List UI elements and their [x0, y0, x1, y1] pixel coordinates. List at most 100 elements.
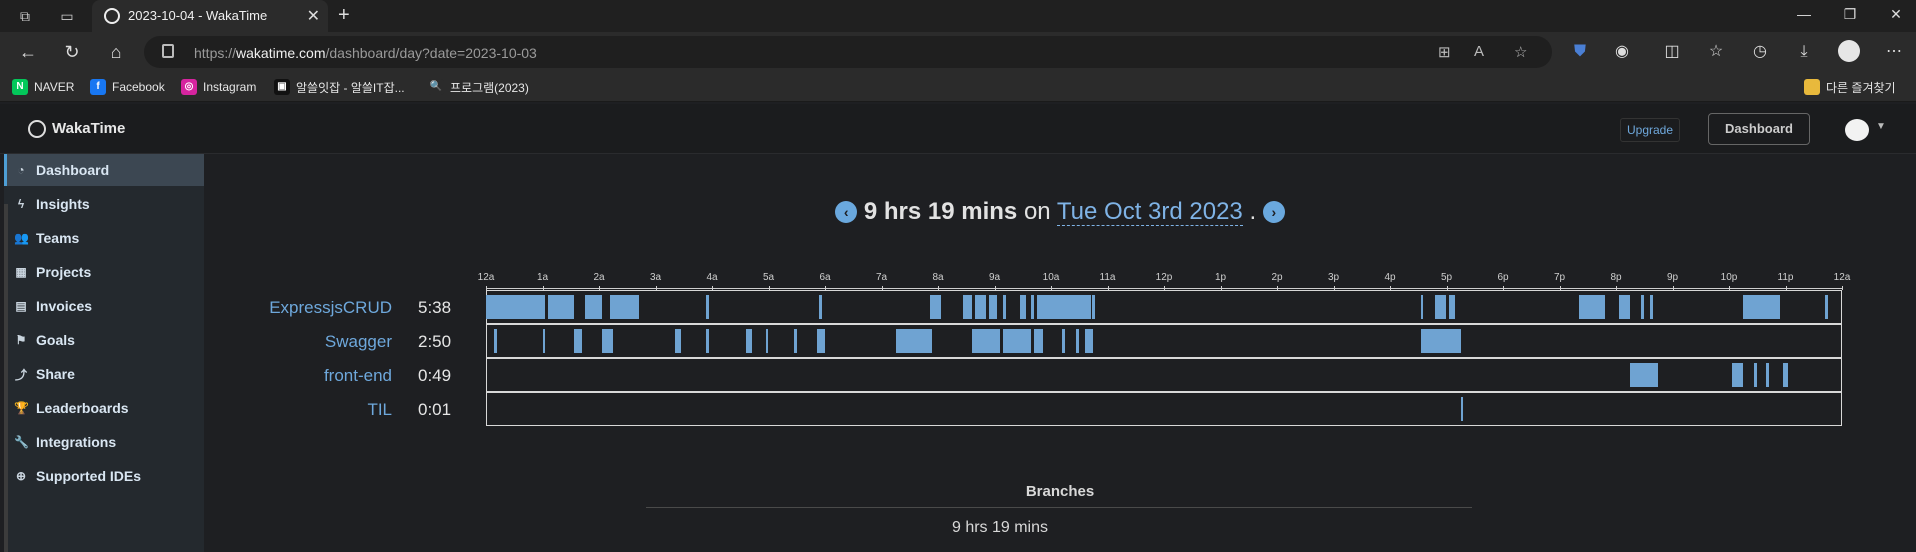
bitwarden-extension-icon[interactable]: ⛊: [1568, 40, 1592, 64]
project-link[interactable]: ExpressjsCRUD: [269, 298, 392, 318]
project-link[interactable]: front-end: [324, 366, 392, 386]
dashboard-button[interactable]: Dashboard: [1708, 113, 1810, 145]
activity-segment[interactable]: [610, 295, 639, 319]
activity-segment[interactable]: [706, 295, 710, 319]
activity-segment[interactable]: [1460, 397, 1463, 421]
user-avatar[interactable]: [1845, 119, 1869, 141]
activity-segment[interactable]: [1449, 295, 1455, 319]
activity-segment[interactable]: [548, 295, 574, 319]
activity-segment[interactable]: [1754, 363, 1758, 387]
activity-segment[interactable]: [1630, 363, 1659, 387]
sidebar-item-teams[interactable]: 👥 Teams: [4, 222, 204, 254]
sidebar-scrollbar[interactable]: [4, 204, 8, 552]
favorites-icon[interactable]: ☆: [1704, 40, 1728, 64]
sidebar-item-supported-ides[interactable]: ⊕ Supported IDEs: [4, 460, 204, 492]
restore-icon[interactable]: ❐: [1840, 6, 1860, 23]
history-icon[interactable]: ◷: [1748, 40, 1772, 64]
brand-name[interactable]: WakaTime: [52, 120, 125, 137]
activity-segment[interactable]: [816, 329, 825, 353]
sidebar-item-leaderboards[interactable]: 🏆 Leaderboards: [4, 392, 204, 424]
activity-segment[interactable]: [1034, 329, 1043, 353]
workspaces-icon[interactable]: ⧉: [16, 7, 34, 25]
project-link[interactable]: Swagger: [325, 332, 392, 352]
activity-segment[interactable]: [1091, 295, 1096, 319]
activity-segment[interactable]: [963, 295, 972, 319]
window-close-icon[interactable]: ✕: [1886, 6, 1906, 23]
browser-tab-active[interactable]: 2023-10-04 - WakaTime ✕: [92, 0, 328, 32]
url-field[interactable]: https://wakatime.com/dashboard/day?date=…: [144, 36, 1552, 68]
url-text[interactable]: https://wakatime.com/dashboard/day?date=…: [194, 45, 537, 61]
profile-avatar-icon[interactable]: [1838, 40, 1860, 62]
sidebar-item-insights[interactable]: ϟ Insights: [4, 188, 204, 220]
bookmark-alssul[interactable]: ▣ 알쓸잇잡 - 알쓸IT잡...: [274, 78, 405, 96]
activity-segment[interactable]: [1421, 295, 1424, 319]
activity-segment[interactable]: [1019, 295, 1026, 319]
activity-segment[interactable]: [765, 329, 769, 353]
activity-segment[interactable]: [1825, 295, 1828, 319]
activity-segment[interactable]: [974, 295, 987, 319]
sidebar-item-share[interactable]: ⤴ Share: [4, 358, 204, 390]
sidebar-item-projects[interactable]: ▦ Projects: [4, 256, 204, 288]
split-screen-icon[interactable]: ◫: [1660, 40, 1684, 64]
activity-segment[interactable]: [1743, 295, 1780, 319]
activity-segment[interactable]: [1031, 295, 1035, 319]
read-aloud-icon[interactable]: A: [1474, 43, 1484, 60]
sidebar-item-dashboard[interactable]: ◔ Dashboard: [4, 154, 204, 186]
activity-segment[interactable]: [1421, 329, 1461, 353]
activity-segment[interactable]: [494, 329, 498, 353]
bookmark-program[interactable]: 🔍 프로그램(2023): [428, 78, 529, 96]
sidebar-item-invoices[interactable]: ▤ Invoices: [4, 290, 204, 322]
activity-segment[interactable]: [971, 329, 1001, 353]
upgrade-button[interactable]: Upgrade: [1620, 118, 1681, 142]
activity-segment[interactable]: [486, 295, 512, 319]
date-picker[interactable]: Tue Oct 3rd 2023: [1056, 198, 1243, 226]
activity-segment[interactable]: [1765, 363, 1769, 387]
activity-segment[interactable]: [895, 329, 933, 353]
wakatime-logo-icon[interactable]: [28, 120, 46, 138]
activity-segment[interactable]: [1731, 363, 1744, 387]
activity-segment[interactable]: [1002, 295, 1006, 319]
bookmark-instagram[interactable]: ◎ Instagram: [181, 78, 256, 96]
sidebar-item-integrations[interactable]: 🔧 Integrations: [4, 426, 204, 458]
activity-segment[interactable]: [1435, 295, 1447, 319]
back-icon[interactable]: ←: [16, 40, 40, 64]
activity-segment[interactable]: [929, 295, 941, 319]
activity-segment[interactable]: [1002, 329, 1032, 353]
next-day-icon[interactable]: ›: [1262, 201, 1285, 223]
other-bookmarks[interactable]: ■ 다른 즐겨찾기: [1804, 78, 1896, 96]
refresh-icon[interactable]: ↻: [60, 40, 84, 64]
activity-segment[interactable]: [706, 329, 710, 353]
bookmark-naver[interactable]: N NAVER: [12, 78, 74, 96]
activity-segment[interactable]: [793, 329, 797, 353]
activity-segment[interactable]: [675, 329, 681, 353]
activity-segment[interactable]: [584, 295, 602, 319]
activity-segment[interactable]: [542, 329, 546, 353]
activity-segment[interactable]: [511, 295, 546, 319]
home-icon[interactable]: ⌂: [104, 40, 128, 64]
new-tab-icon[interactable]: +: [338, 4, 350, 27]
activity-segment[interactable]: [988, 295, 998, 319]
lock-icon[interactable]: [162, 44, 174, 58]
activity-segment[interactable]: [1062, 329, 1066, 353]
more-menu-icon[interactable]: ⋯: [1882, 40, 1906, 64]
close-tab-icon[interactable]: ✕: [307, 6, 320, 26]
activity-segment[interactable]: [1579, 295, 1605, 319]
extension-icon[interactable]: ◉: [1610, 40, 1634, 64]
activity-segment[interactable]: [1649, 295, 1653, 319]
activity-segment[interactable]: [573, 329, 583, 353]
activity-segment[interactable]: [1036, 295, 1091, 319]
sidebar-item-goals[interactable]: ⚑ Goals: [4, 324, 204, 356]
previous-day-icon[interactable]: ‹: [835, 201, 858, 223]
activity-segment[interactable]: [601, 329, 614, 353]
caret-down-icon[interactable]: ▼: [1876, 121, 1886, 132]
favorite-star-icon[interactable]: ☆: [1514, 43, 1527, 61]
activity-segment[interactable]: [1618, 295, 1631, 319]
project-link[interactable]: TIL: [367, 400, 392, 420]
activity-segment[interactable]: [819, 295, 823, 319]
activity-segment[interactable]: [1641, 295, 1645, 319]
bookmark-facebook[interactable]: f Facebook: [90, 78, 165, 96]
activity-segment[interactable]: [1076, 329, 1080, 353]
app-available-icon[interactable]: ⊞: [1438, 43, 1451, 61]
activity-segment[interactable]: [1782, 363, 1789, 387]
activity-segment[interactable]: [745, 329, 752, 353]
